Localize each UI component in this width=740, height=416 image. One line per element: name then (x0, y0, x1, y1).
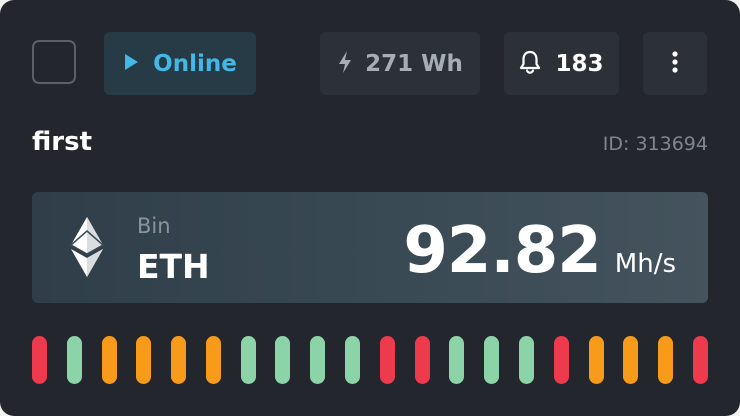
gpu-indicator[interactable] (588, 336, 604, 384)
select-checkbox[interactable] (32, 40, 76, 84)
rig-id: ID: 313694 (602, 133, 708, 155)
gpu-indicator[interactable] (623, 336, 639, 384)
gpu-indicator[interactable] (484, 336, 500, 384)
hashrate-unit: Mh/s (614, 249, 676, 279)
gpu-indicator[interactable] (345, 336, 361, 384)
alerts-count: 183 (555, 50, 604, 77)
gpu-indicator[interactable] (449, 336, 465, 384)
gpu-status-bar (32, 336, 708, 384)
gpu-indicator[interactable] (692, 336, 708, 384)
coin-name: ETH (137, 247, 210, 286)
power-label: 271 Wh (365, 50, 463, 77)
gpu-indicator[interactable] (101, 336, 117, 384)
hashrate: 92.82 Mh/s (403, 214, 676, 288)
status-label: Online (153, 50, 237, 77)
more-vertical-icon (672, 50, 678, 77)
power-chip: 271 Wh (320, 32, 480, 95)
play-icon (123, 53, 139, 75)
lightning-icon (337, 50, 353, 78)
gpu-indicator[interactable] (658, 336, 674, 384)
status-button[interactable]: Online (104, 32, 256, 95)
hashrate-value: 92.82 (403, 214, 601, 288)
gpu-indicator[interactable] (240, 336, 256, 384)
gpu-indicator[interactable] (518, 336, 534, 384)
rig-name: first (32, 127, 92, 157)
more-menu-button[interactable] (643, 32, 707, 95)
gpu-indicator[interactable] (32, 336, 47, 384)
rig-card: Online 271 Wh 183 first ID: 313694 Bin E… (0, 0, 740, 416)
bell-icon (519, 50, 541, 78)
coin-panel: Bin ETH 92.82 Mh/s (32, 192, 708, 303)
gpu-indicator[interactable] (171, 336, 187, 384)
gpu-indicator[interactable] (414, 336, 430, 384)
gpu-indicator[interactable] (379, 336, 395, 384)
gpu-indicator[interactable] (136, 336, 152, 384)
alerts-button[interactable]: 183 (504, 32, 619, 95)
pool-name: Bin (137, 214, 171, 238)
gpu-indicator[interactable] (553, 336, 569, 384)
gpu-indicator[interactable] (275, 336, 291, 384)
ethereum-icon (69, 216, 105, 282)
gpu-indicator[interactable] (310, 336, 326, 384)
gpu-indicator[interactable] (66, 336, 82, 384)
gpu-indicator[interactable] (205, 336, 221, 384)
